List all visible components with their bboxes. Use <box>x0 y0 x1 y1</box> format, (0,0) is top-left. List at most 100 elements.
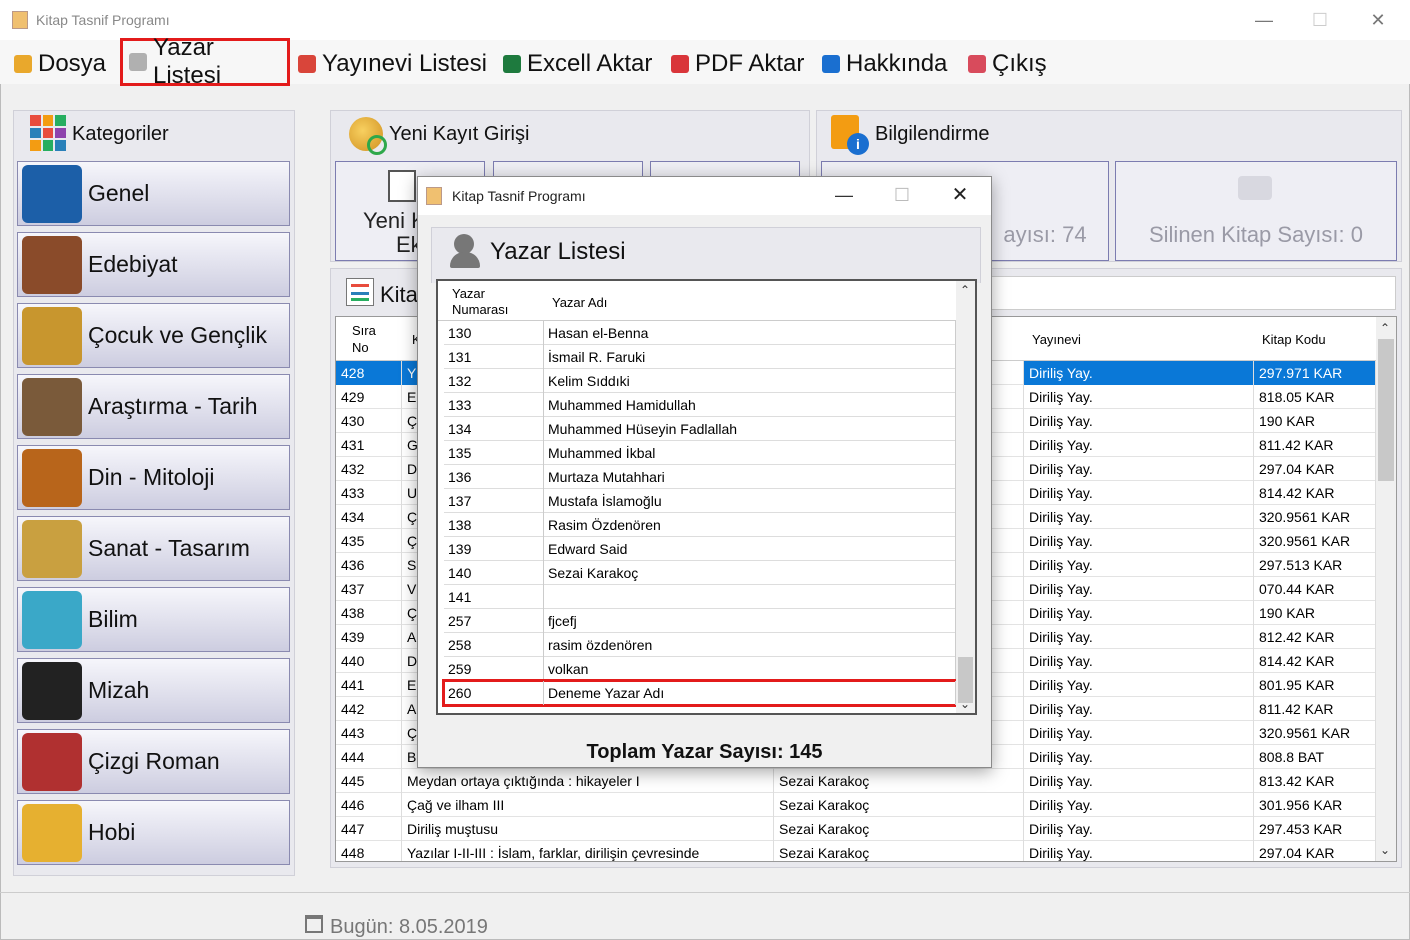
table-cell: 297.513 KAR <box>1254 553 1376 577</box>
author-row[interactable]: 135 Muhammed İkbal <box>444 441 956 465</box>
search-input[interactable] <box>990 276 1396 310</box>
table-cell: 433 <box>336 481 402 505</box>
category-button-7[interactable]: Bilim <box>17 587 290 652</box>
author-no-cell: 141 <box>444 585 544 609</box>
dialog-header-panel: Yazar Listesi <box>431 227 981 283</box>
col-author-name-header[interactable]: Yazar Adı <box>552 295 607 310</box>
praying-hands-icon <box>22 448 82 507</box>
menu-info-item[interactable]: Hakkında <box>822 46 947 82</box>
author-row[interactable]: 134 Muhammed Hüseyin Fadlallah <box>444 417 956 441</box>
author-row[interactable]: 131 İsmail R. Faruki <box>444 345 956 369</box>
category-button-4[interactable]: Araştırma - Tarih <box>17 374 290 439</box>
list-icon <box>346 278 374 306</box>
category-button-1[interactable]: Genel <box>17 161 290 226</box>
menu-exit-item[interactable]: Çıkış <box>968 46 1047 82</box>
table-row[interactable]: 447 Diriliş muştusu Sezai Karakoç Diriliş Y… <box>336 817 1376 841</box>
author-grid-header: Yazar Numarası Yazar Adı <box>438 281 956 321</box>
menu-label: PDF Aktar <box>695 50 805 77</box>
menu-home-item[interactable]: Yayınevi Listesi <box>298 46 487 82</box>
folder-icon <box>14 55 32 73</box>
category-button-8[interactable]: Mizah <box>17 658 290 723</box>
author-row[interactable]: 257 fjcefj <box>444 609 956 633</box>
date-label: Bugün: 8.05.2019 <box>330 916 488 938</box>
author-row[interactable]: 258 rasim özdenören <box>444 633 956 657</box>
category-label: Sanat - Tasarım <box>88 535 250 561</box>
deleted-count-box: Silinen Kitap Sayısı: 0 <box>1115 161 1397 261</box>
author-row[interactable]: 259 volkan <box>444 657 956 681</box>
col-code-header[interactable]: Kitap Kodu <box>1262 332 1326 347</box>
flask-icon <box>22 590 82 649</box>
category-button-2[interactable]: Edebiyat <box>17 232 290 297</box>
author-scrollbar[interactable]: ⌃ ⌄ <box>956 281 975 713</box>
author-row[interactable]: 137 Mustafa İslamoğlu <box>444 489 956 513</box>
category-label: Çocuk ve Gençlik <box>88 322 267 348</box>
minimize-button[interactable]: — <box>1250 8 1278 32</box>
dialog-maximize-button[interactable]: ☐ <box>888 183 916 207</box>
author-name-cell: Sezai Karakoç <box>544 561 956 585</box>
category-button-6[interactable]: Sanat - Tasarım <box>17 516 290 581</box>
table-cell: Diriliş Yay. <box>1024 649 1254 673</box>
author-row[interactable]: 139 Edward Said <box>444 537 956 561</box>
author-row[interactable]: 130 Hasan el-Benna <box>444 321 956 345</box>
scroll-down-icon[interactable]: ⌄ <box>1380 843 1390 857</box>
menu-folder-item[interactable]: Dosya <box>14 46 106 82</box>
col-no-header[interactable]: Sıra <box>352 323 376 338</box>
author-name-cell: Mustafa İslamoğlu <box>544 489 956 513</box>
menu-label: Excell Aktar <box>527 50 653 77</box>
table-cell: 436 <box>336 553 402 577</box>
author-row[interactable]: 140 Sezai Karakoç <box>444 561 956 585</box>
author-row[interactable]: 141 <box>444 585 956 609</box>
books-title: Kita <box>380 282 418 307</box>
category-button-9[interactable]: Çizgi Roman <box>17 729 290 794</box>
author-row[interactable]: 136 Murtaza Mutahhari <box>444 465 956 489</box>
info-title: Bilgilendirme <box>875 123 990 145</box>
author-row-highlighted[interactable]: 260 Deneme Yazar Adı <box>442 679 958 707</box>
form-icon <box>388 170 416 202</box>
close-button[interactable]: ✕ <box>1364 8 1392 32</box>
table-row[interactable]: 448 Yazılar I-II-III : İslam, farklar, di… <box>336 841 1376 861</box>
table-cell: 432 <box>336 457 402 481</box>
table-cell: 447 <box>336 817 402 841</box>
col-author-no-header[interactable]: Yazar <box>452 286 485 301</box>
author-grid[interactable]: Yazar Numarası Yazar Adı 130 Hasan el-Ben… <box>436 279 977 715</box>
table-cell: Diriliş Yay. <box>1024 697 1254 721</box>
books-scrollbar[interactable]: ⌃ ⌄ <box>1376 317 1396 861</box>
col-publisher-header[interactable]: Yayınevi <box>1032 332 1081 347</box>
table-cell: 818.05 KAR <box>1254 385 1376 409</box>
category-button-5[interactable]: Din - Mitoloji <box>17 445 290 510</box>
table-cell: 190 KAR <box>1254 409 1376 433</box>
table-cell: Diriliş Yay. <box>1024 505 1254 529</box>
scroll-up-icon[interactable]: ⌃ <box>1380 321 1390 335</box>
dialog-title: Kitap Tasnif Programı <box>452 188 586 204</box>
menu-pdf-item[interactable]: PDF Aktar <box>671 46 804 82</box>
palette-icon <box>22 519 82 578</box>
dialog-minimize-button[interactable]: — <box>830 183 858 207</box>
status-divider <box>0 892 1410 893</box>
table-cell: 297.453 KAR <box>1254 817 1376 841</box>
table-row[interactable]: 446 Çağ ve ilham III Sezai Karakoç Diriliş … <box>336 793 1376 817</box>
table-cell: 440 <box>336 649 402 673</box>
menu-excel-item[interactable]: Excell Aktar <box>503 46 652 82</box>
table-cell: Diriliş Yay. <box>1024 601 1254 625</box>
table-cell: 448 <box>336 841 402 861</box>
table-cell: Diriliş Yay. <box>1024 841 1254 861</box>
scroll-thumb[interactable] <box>1378 339 1394 481</box>
table-cell: Diriliş Yay. <box>1024 745 1254 769</box>
author-scroll-down-icon[interactable]: ⌄ <box>960 697 970 711</box>
maximize-button[interactable]: ☐ <box>1306 8 1334 32</box>
category-button-10[interactable]: Hobi <box>17 800 290 865</box>
category-button-3[interactable]: Çocuk ve Gençlik <box>17 303 290 368</box>
author-row[interactable]: 132 Kelim Sıddıki <box>444 369 956 393</box>
table-row[interactable]: 445 Meydan ortaya çıktığında : hikayeler … <box>336 769 1376 793</box>
info-icon <box>822 55 840 73</box>
dialog-close-button[interactable]: ✕ <box>946 183 974 207</box>
table-cell: Diriliş muştusu <box>402 817 774 841</box>
table-cell: Diriliş Yay. <box>1024 769 1254 793</box>
col-author-no-header-2: Numarası <box>452 302 509 317</box>
author-scroll-up-icon[interactable]: ⌃ <box>960 283 970 297</box>
author-row[interactable]: 133 Muhammed Hamidullah <box>444 393 956 417</box>
table-cell: Diriliş Yay. <box>1024 721 1254 745</box>
menu-label: Yazar Listesi <box>153 34 222 89</box>
menu-user-doc-item[interactable]: Yazar Listesi <box>120 34 290 89</box>
author-row[interactable]: 138 Rasim Özdenören <box>444 513 956 537</box>
